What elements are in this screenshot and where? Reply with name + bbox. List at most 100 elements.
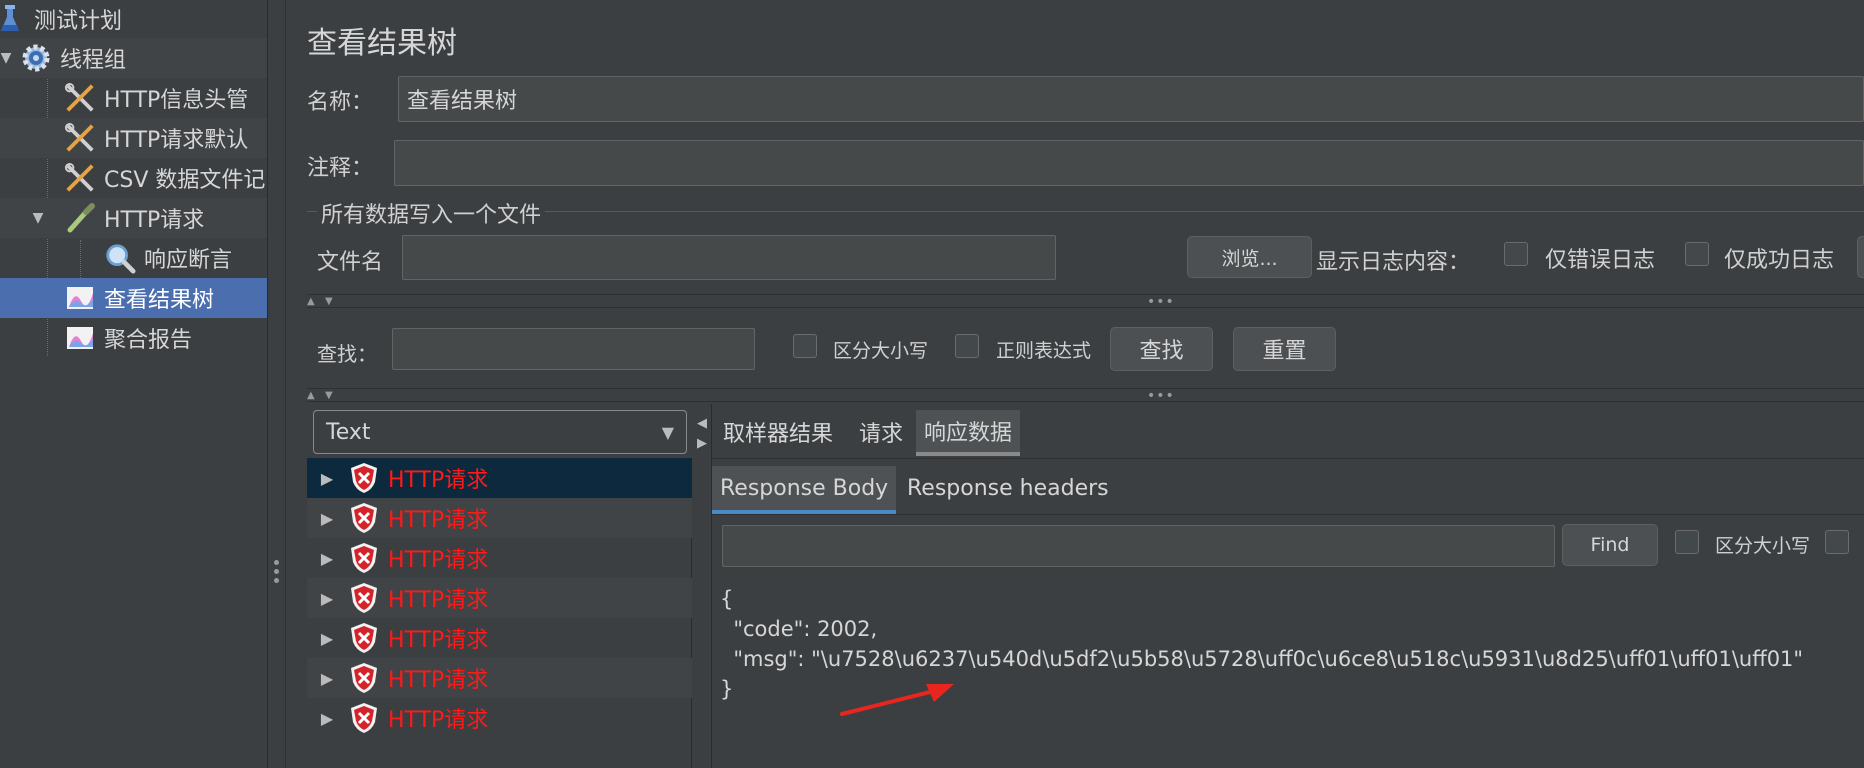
configure-button[interactable]: [1857, 236, 1864, 278]
chevron-right-icon[interactable]: ▶: [312, 589, 342, 608]
find-button[interactable]: 查找: [1110, 327, 1213, 371]
tree-item-thread-group[interactable]: ▼ 线程组: [0, 38, 267, 78]
search-input[interactable]: [392, 328, 755, 370]
tree-item-view-results-tree[interactable]: 查看结果树: [0, 278, 267, 318]
error-shield-icon: [350, 542, 378, 574]
chevron-right-icon[interactable]: ▶: [312, 549, 342, 568]
result-label: HTTP请求: [388, 468, 489, 493]
renderer-selected-value: Text: [326, 419, 371, 445]
chevron-down-icon[interactable]: ▼: [0, 50, 14, 66]
tree-item-response-assertion[interactable]: 响应断言: [0, 238, 267, 278]
arrow-up-icon[interactable]: ▲: [307, 295, 315, 309]
tab-sampler-result[interactable]: 取样器结果: [715, 412, 841, 452]
wrench-scissors-icon: [64, 82, 96, 114]
test-plan-tree[interactable]: 测试计划 ▼ 线程组 HTTP信息头管 HTTP请求默认 CSV 数据文件记 ▼…: [0, 0, 268, 768]
result-row[interactable]: ▶ HTTP请求: [307, 458, 692, 498]
tab-response-data[interactable]: 响应数据: [916, 410, 1021, 456]
tree-item-aggregate-report[interactable]: 聚合报告: [0, 318, 267, 358]
annotation-arrow-icon: [840, 684, 954, 716]
result-row[interactable]: ▶ HTTP请求: [307, 698, 692, 738]
error-shield-icon: [350, 502, 378, 534]
case-sensitive-checkbox[interactable]: [793, 334, 817, 358]
tab-response-headers[interactable]: Response headers: [899, 468, 1117, 508]
browse-button[interactable]: 浏览...: [1187, 236, 1312, 278]
vertical-splitter[interactable]: [268, 0, 286, 768]
wrench-scissors-icon: [64, 162, 96, 194]
result-label: HTTP请求: [388, 508, 489, 533]
tree-item-label: HTTP信息头管: [104, 88, 249, 113]
error-shield-icon: [350, 702, 378, 734]
filename-label: 文件名: [317, 250, 384, 275]
tree-item-label: 查看结果树: [104, 288, 215, 313]
tree-item-label: HTTP请求默认: [104, 128, 249, 153]
comment-input[interactable]: [394, 140, 1864, 186]
tree-item-label: 测试计划: [34, 9, 123, 34]
renderer-select[interactable]: Text ▼: [313, 410, 687, 454]
arrow-down-icon[interactable]: ▼: [325, 295, 333, 309]
response-case-sensitive-checkbox[interactable]: [1675, 530, 1699, 554]
tab-request[interactable]: 请求: [851, 412, 911, 452]
tree-item-test-plan[interactable]: 测试计划: [0, 0, 267, 38]
chevron-down-icon: ▼: [661, 422, 674, 442]
tree-item-label: 响应断言: [144, 248, 233, 273]
result-row[interactable]: ▶ HTTP请求: [307, 498, 692, 538]
errors-only-label: 仅错误日志: [1545, 248, 1656, 273]
chevron-right-icon[interactable]: ▶: [312, 469, 342, 488]
result-label: HTTP请求: [388, 628, 489, 653]
search-label: 查找：: [317, 342, 377, 366]
file-section-title: 所有数据写入一个文件: [317, 197, 546, 229]
reset-button[interactable]: 重置: [1233, 327, 1336, 371]
result-label: HTTP请求: [388, 548, 489, 573]
name-input[interactable]: 查看结果树: [398, 76, 1864, 122]
result-label: HTTP请求: [388, 668, 489, 693]
graph-icon: [64, 282, 96, 314]
arrow-up-icon[interactable]: ▲: [307, 389, 315, 403]
response-search-input[interactable]: [722, 525, 1555, 567]
response-find-button[interactable]: Find: [1562, 524, 1658, 566]
chevron-right-icon[interactable]: ▶: [312, 709, 342, 728]
log-display-label: 显示日志内容：: [1316, 250, 1471, 275]
sample-results-list[interactable]: ▶ HTTP请求 ▶ HTTP请求 ▶ HTTP请求 ▶ HTTP请求 ▶ HTTP请求 ▶ HTTP…: [307, 458, 692, 768]
regex-checkbox[interactable]: [955, 334, 979, 358]
response-regex-checkbox[interactable]: [1825, 530, 1849, 554]
chevron-right-icon[interactable]: ▶: [312, 629, 342, 648]
chevron-right-icon[interactable]: ▶: [312, 509, 342, 528]
result-label: HTTP请求: [388, 588, 489, 613]
error-shield-icon: [350, 622, 378, 654]
regex-label: 正则表达式: [996, 340, 1092, 362]
splitter-grip-icon[interactable]: [274, 560, 280, 587]
result-row[interactable]: ▶ HTTP请求: [307, 658, 692, 698]
result-row[interactable]: ▶ HTTP请求: [307, 578, 692, 618]
tab-response-body[interactable]: Response Body: [712, 466, 897, 514]
horizontal-splitter[interactable]: ▲ ▼ •••: [307, 294, 1864, 309]
tree-item-label: CSV 数据文件记: [104, 168, 266, 193]
chevron-down-icon[interactable]: ▼: [30, 210, 46, 226]
tree-item-http-request[interactable]: ▼ HTTP请求: [0, 198, 267, 238]
tree-item-csv-data-set[interactable]: CSV 数据文件记: [0, 158, 267, 198]
filename-input[interactable]: [402, 235, 1056, 280]
tree-item-label: 聚合报告: [104, 328, 193, 353]
tree-item-http-header-manager[interactable]: HTTP信息头管: [0, 78, 267, 118]
splitter-grip-icon[interactable]: •••: [1147, 295, 1175, 309]
error-shield-icon: [350, 582, 378, 614]
pipette-icon: [64, 202, 96, 234]
result-row[interactable]: ▶ HTTP请求: [307, 618, 692, 658]
collapse-arrows-icon[interactable]: ◀ ▶: [697, 414, 707, 454]
error-shield-icon: [350, 662, 378, 694]
success-only-label: 仅成功日志: [1724, 248, 1835, 273]
tree-item-http-request-defaults[interactable]: HTTP请求默认: [0, 118, 267, 158]
tab-divider: [711, 458, 1864, 459]
errors-only-checkbox[interactable]: [1504, 242, 1528, 266]
tree-item-label: 线程组: [60, 48, 127, 73]
arrow-down-icon[interactable]: ▼: [325, 389, 333, 403]
wrench-scissors-icon: [64, 122, 96, 154]
horizontal-splitter[interactable]: ▲ ▼ •••: [307, 388, 1864, 403]
flask-icon: [0, 3, 26, 35]
result-row[interactable]: ▶ HTTP请求: [307, 538, 692, 578]
chevron-right-icon[interactable]: ▶: [312, 669, 342, 688]
result-label: HTTP请求: [388, 708, 489, 733]
gear-icon: [20, 42, 52, 74]
magnifier-icon: [104, 242, 136, 274]
success-only-checkbox[interactable]: [1685, 242, 1709, 266]
splitter-grip-icon[interactable]: •••: [1147, 389, 1175, 403]
